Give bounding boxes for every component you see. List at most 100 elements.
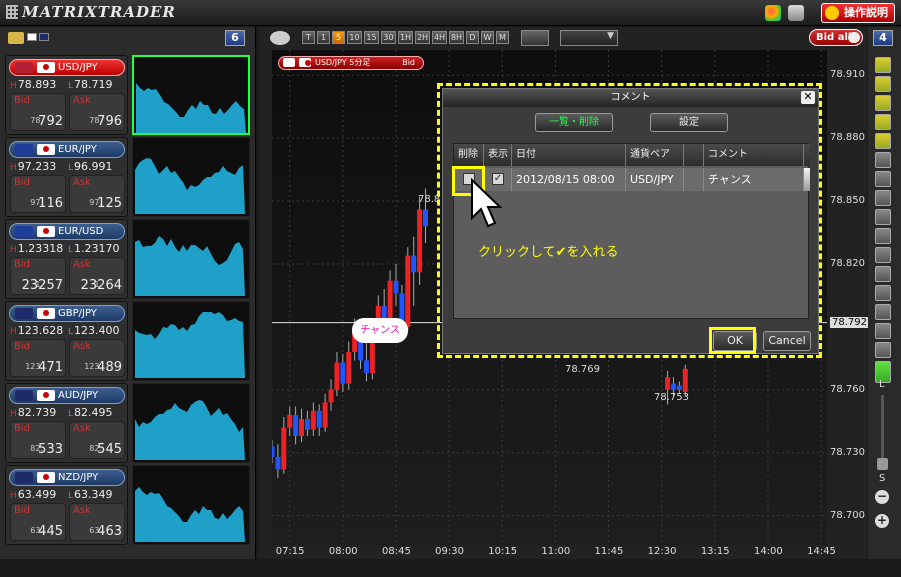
image-tool-icon[interactable] [875,95,891,111]
palette-icon[interactable] [765,5,781,21]
low-value: L78.719 [68,78,113,91]
mini-chart[interactable] [132,219,250,299]
cancel-button[interactable]: Cancel [763,331,811,351]
pair-name-tag[interactable]: USD/JPY [9,59,125,76]
bid-button[interactable]: Bid 97. 116 [10,175,66,213]
ask-button[interactable]: Ask 82. 545 [69,421,125,459]
bid-button[interactable]: Bid 63. 445 [10,503,66,541]
col-pair[interactable]: 通貨ペア [626,144,684,166]
zoom-out-button[interactable]: − [875,490,889,504]
trash-tool-icon[interactable] [875,342,891,358]
close-icon[interactable]: ✕ [801,91,815,104]
timeframe-button[interactable]: T [302,31,315,44]
timeframe-button[interactable]: 10 [347,31,362,44]
mini-chart[interactable] [132,465,250,545]
ask-button[interactable]: Ask 97. 125 [69,175,125,213]
pair-card[interactable]: GBP/JPY H123.628 L123.400 Bid 123. 471 Ask 123.… [5,301,251,381]
channel-tool-icon[interactable] [875,266,891,282]
col-delete[interactable]: 削除 [454,144,484,166]
pair-card[interactable]: NZD/JPY H63.499 L63.349 Bid 63. 445 Ask 63. 463 [5,465,251,545]
help-button[interactable]: 操作説明 [821,3,895,23]
timeframe-button[interactable]: W [481,31,494,44]
indicator-select[interactable]: ▼ [560,30,618,46]
chart-style-icon[interactable] [521,30,549,46]
symbol-tag[interactable]: USD/JPY 5分足 Bid [278,56,424,70]
pair-card[interactable]: EUR/USD H1.23318 L1.23170 Bid 1. 23257 Ask 1. 23… [5,219,251,299]
pair-name-tag[interactable]: NZD/JPY [9,469,125,486]
zoom-in-button[interactable]: + [875,514,889,528]
tool-count-badge[interactable]: 4 [873,30,893,46]
ask-button[interactable]: Ask 1. 23264 [69,257,125,295]
pair-quote-card: USD/JPY H78.893 L78.719 Bid 78. 792 Ask 78. 796 [5,55,128,135]
bell-tool-icon[interactable] [875,114,891,130]
pair-card[interactable]: USD/JPY H78.893 L78.719 Bid 78. 792 Ask 78. 796 [5,55,251,135]
timeframe-button[interactable]: 30 [381,31,396,44]
pair-card[interactable]: AUD/JPY H82.739 L82.495 Bid 82. 533 Ask 82. 545 [5,383,251,463]
comment-table: 削除 表示 日付 通貨ペア コメント ✓ 2012/08/15 08:00 US… [453,143,810,319]
bid-all-toggle[interactable]: Bid all [809,29,863,46]
timeframe-button[interactable]: M [496,31,509,44]
note-tool-icon[interactable] [875,133,891,149]
col-display[interactable]: 表示 [484,144,512,166]
fib-tool-icon[interactable] [875,285,891,301]
pair-name-tag[interactable]: EUR/JPY [9,141,125,158]
mini-chart[interactable] [132,55,250,135]
sparkline-area [135,158,245,214]
vline-tool-icon[interactable] [875,228,891,244]
cursor-tool-icon[interactable] [875,57,891,73]
mini-chart[interactable] [132,383,250,463]
timeframe-button[interactable]: 2H [415,31,430,44]
bid-button[interactable]: Bid 1. 23257 [10,257,66,295]
line-tool-icon[interactable] [875,190,891,206]
pointer-tool-icon[interactable] [875,152,891,168]
candle-body [393,280,399,294]
printer-icon[interactable] [788,5,804,21]
pair-name-tag[interactable]: EUR/USD [9,223,125,240]
hline-tool-icon[interactable] [875,209,891,225]
sparkline-area [135,400,245,460]
ask-button[interactable]: Ask 123. 489 [69,339,125,377]
cell-date: 2012/08/15 08:00 [512,168,626,191]
timeframe-button[interactable]: 15 [364,31,379,44]
bid-button[interactable]: Bid 123. 471 [10,339,66,377]
col-date[interactable]: 日付 [512,144,626,166]
flag-jp-icon [37,472,55,483]
price-tick-label: 78.910 [830,69,865,81]
fan-tool-icon[interactable] [875,304,891,320]
dialog-title-bar[interactable]: コメント ✕ [443,89,818,107]
timeframe-button[interactable]: D [466,31,479,44]
zoom-slider-track[interactable] [881,395,884,459]
pair-count-badge[interactable]: 6 [225,30,245,46]
pair-name-tag[interactable]: GBP/JPY [9,305,125,322]
price-tick-label: 78.760 [830,383,865,395]
mini-chart[interactable] [132,137,250,217]
candle-body [411,255,417,273]
timeframe-button[interactable]: 1H [398,31,413,44]
pen-tool-icon[interactable] [875,171,891,187]
list-delete-button[interactable]: 一覧・削除 [535,113,613,132]
sparkline [135,400,245,460]
timeframe-button[interactable]: 5 [332,31,345,44]
symbol-tag-label: USD/JPY 5分足 [315,58,371,67]
eraser-tool-icon[interactable] [875,323,891,339]
table-row[interactable]: ✓ 2012/08/15 08:00 USD/JPY チャンス [454,168,810,191]
zoom-slider-handle[interactable] [877,458,888,470]
bid-button[interactable]: Bid 82. 533 [10,421,66,459]
zoom-tool-icon[interactable] [270,31,290,45]
folder-icon[interactable] [8,32,24,44]
mini-chart[interactable] [132,301,250,381]
triangle-tool-icon[interactable] [875,76,891,92]
ask-button[interactable]: Ask 78. 796 [69,93,125,131]
pair-card[interactable]: EUR/JPY H97.233 L96.991 Bid 97. 116 Ask 97. 125 [5,137,251,217]
cross-tool-icon[interactable] [875,247,891,263]
timeframe-button[interactable]: 4H [432,31,447,44]
col-comment[interactable]: コメント [704,144,804,166]
timeframe-button[interactable]: 8H [449,31,464,44]
comment-balloon[interactable]: チャンス [352,318,408,343]
ask-button[interactable]: Ask 63. 463 [69,503,125,541]
timeframe-button[interactable]: 1 [317,31,330,44]
pair-name-tag[interactable]: AUD/JPY [9,387,125,404]
settings-button[interactable]: 設定 [650,113,728,132]
bid-button[interactable]: Bid 78. 792 [10,93,66,131]
flag-base-icon [15,472,33,483]
